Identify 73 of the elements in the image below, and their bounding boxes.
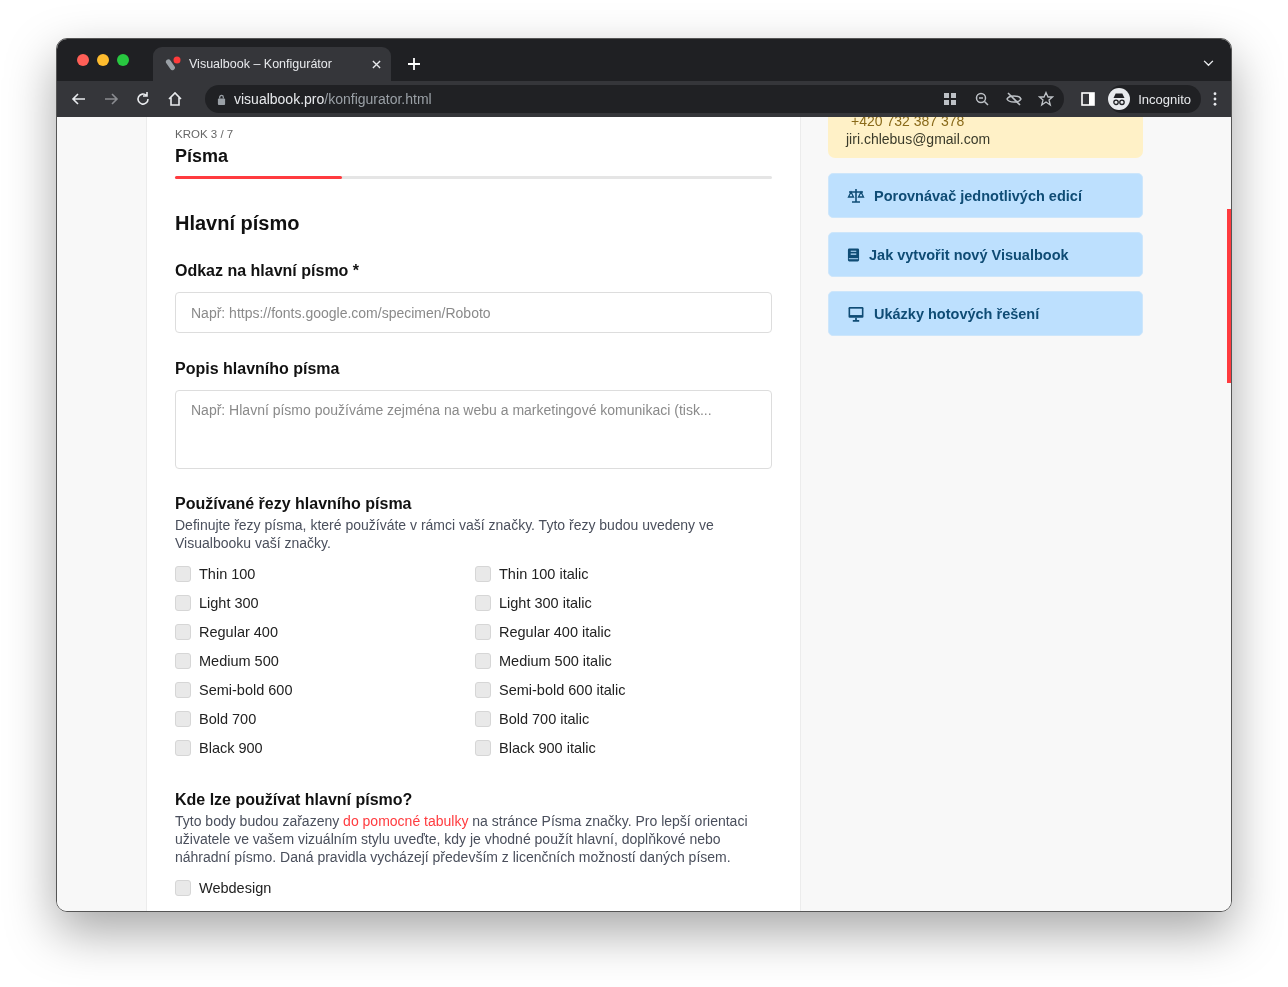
checkbox[interactable] <box>175 594 191 611</box>
field-label: Kde lze používat hlavní písmo? <box>175 791 414 809</box>
checkbox[interactable] <box>475 681 491 698</box>
side-panel-icon[interactable] <box>1080 91 1097 107</box>
sidebar-link-button[interactable]: Jak vytvořit nový Visualbook <box>828 232 1143 277</box>
monitor-icon <box>847 305 865 322</box>
checkbox-label: Bold 700 <box>199 710 257 727</box>
checkbox-label: Thin 100 <box>199 565 256 582</box>
browser-tab[interactable]: Visualbook – Konfigurátor <box>153 47 391 81</box>
field-label: Odkaz na hlavní písmo * <box>175 262 361 280</box>
scale-icon <box>847 187 865 204</box>
lock-icon <box>217 93 226 105</box>
zoom-out-icon[interactable] <box>974 91 991 107</box>
back-icon[interactable] <box>71 91 87 107</box>
checkbox[interactable] <box>175 710 191 727</box>
field-description: Definujte řezy písma, které používáte v rámci vaší značky. Tyto řezy budou uvedeny ve Visualbooku vaší značky. <box>175 516 715 552</box>
checkbox[interactable] <box>175 565 191 582</box>
sidebar-link-button[interactable]: Ukázky hotových řešení <box>828 291 1143 336</box>
step-counter: KROK 3 / 7 <box>175 128 235 140</box>
checkbox-label: Thin 100 italic <box>499 565 589 582</box>
checkbox-label: Black 900 italic <box>499 739 596 756</box>
forward-icon[interactable] <box>103 91 119 107</box>
new-tab-icon[interactable] <box>408 58 420 70</box>
checkbox-label: Light 300 <box>199 594 259 611</box>
email-address: jiri.chlebus@gmail.com <box>846 131 992 147</box>
checkbox-label: Semi-bold 600 <box>199 681 293 698</box>
phone-number: +420 732 387 378 <box>851 117 966 131</box>
incognito-icon <box>1108 88 1131 110</box>
eye-slash-icon[interactable] <box>1006 91 1023 107</box>
maximize-window-icon[interactable] <box>117 54 129 66</box>
checkbox-label: Webdesign <box>199 879 272 896</box>
section-heading: Hlavní písmo <box>175 212 301 235</box>
checkbox[interactable] <box>475 739 491 756</box>
checkbox[interactable] <box>175 652 191 669</box>
reload-icon[interactable] <box>135 91 151 107</box>
scrollbar-thumb[interactable] <box>1227 209 1231 383</box>
checkbox[interactable] <box>175 739 191 756</box>
checkbox-label: Bold 700 italic <box>499 710 590 727</box>
checkbox[interactable] <box>475 710 491 727</box>
menu-icon[interactable] <box>1213 92 1217 106</box>
checkbox-label: Light 300 italic <box>499 594 592 611</box>
input-field[interactable]: Např: https://fonts.google.com/specimen/Roboto <box>175 292 772 333</box>
checkbox[interactable] <box>175 879 191 896</box>
checkbox-label: Regular 400 italic <box>499 623 612 640</box>
help-table-link[interactable]: do pomocné tabulky <box>343 813 469 829</box>
checkbox-label: Medium 500 <box>199 652 279 669</box>
checkbox-label: Regular 400 <box>199 623 278 640</box>
sidebar-link-button[interactable]: Porovnávač jednotlivých edicí <box>828 173 1143 218</box>
close-icon[interactable] <box>372 59 381 69</box>
text-area[interactable]: Např: Hlavní písmo používáme zejména na webu a marketingové komunikaci (tisk... <box>175 390 772 469</box>
home-icon[interactable] <box>167 91 183 107</box>
checkbox-label: Black 900 <box>199 739 263 756</box>
checkbox[interactable] <box>475 623 491 640</box>
checkbox-label: Medium 500 italic <box>499 652 612 669</box>
step-title: Písma <box>175 146 230 167</box>
book-icon <box>847 246 860 263</box>
checkbox[interactable] <box>475 594 491 611</box>
checkbox[interactable] <box>475 652 491 669</box>
checkbox[interactable] <box>175 681 191 698</box>
field-label: Používané řezy hlavního písma <box>175 495 413 513</box>
close-window-icon[interactable] <box>77 54 89 66</box>
checkbox-label: Semi-bold 600 italic <box>499 681 626 698</box>
checkbox[interactable] <box>475 565 491 582</box>
field-description: Tyto body budou zařazeny do pomocné tabulky na stránce Písma značky. Pro lepší orientaci uživatele ve vašem vizuálním stylu uveďte, kdy je vhodné použít hlavní, doplňkové nebo náhradní písmo. Daná pravidla vycházejí především z licenčních možností daných písem. <box>175 812 749 866</box>
incognito-profile-button[interactable]: Incognito <box>1108 85 1201 113</box>
address-bar[interactable]: visualbook.pro/konfigurator.html <box>205 85 1065 113</box>
chevron-down-icon[interactable] <box>1203 60 1214 67</box>
checkbox[interactable] <box>175 623 191 640</box>
field-label: Popis hlavního písma <box>175 360 341 378</box>
minimize-window-icon[interactable] <box>97 54 109 66</box>
logo-icon <box>165 56 181 72</box>
qr-code-icon[interactable] <box>942 91 959 107</box>
star-icon[interactable] <box>1038 91 1055 107</box>
